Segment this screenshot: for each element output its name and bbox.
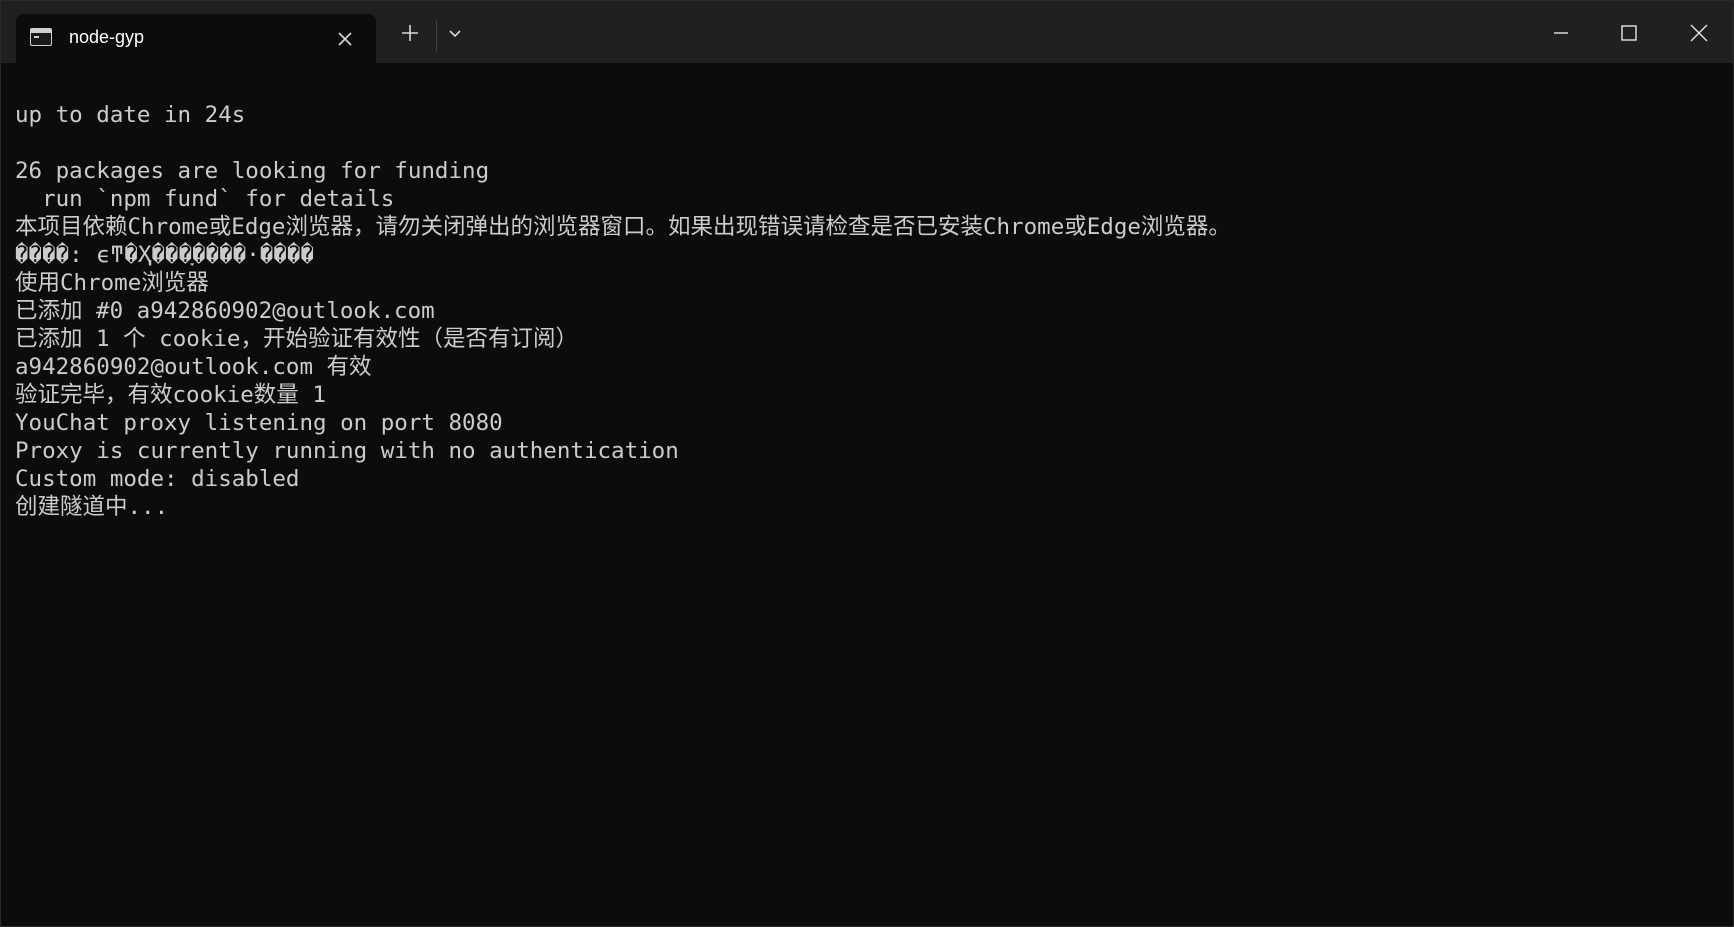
title-bar[interactable]: node-gyp xyxy=(1,1,1733,63)
output-line: up to date in 24s xyxy=(15,102,246,128)
maximize-icon[interactable] xyxy=(1609,13,1649,53)
output-line: Proxy is currently running with no authe… xyxy=(15,438,679,464)
output-line: run `npm fund` for details xyxy=(15,186,395,212)
output-line: 已添加 #0 a942860902@outlook.com xyxy=(15,298,435,324)
output-line: 验证完毕，有效cookie数量 1 xyxy=(15,382,326,408)
output-line: a942860902@outlook.com 有效 xyxy=(15,354,372,380)
output-line: Custom mode: disabled xyxy=(15,466,300,492)
new-tab-plus-icon[interactable] xyxy=(396,19,424,47)
terminal-icon xyxy=(30,28,52,46)
output-line: 已添加 1 个 cookie，开始验证有效性（是否有订阅） xyxy=(15,326,578,352)
output-line: 本项目依赖Chrome或Edge浏览器，请勿关闭弹出的浏览器窗口。如果出现错误请… xyxy=(15,214,1231,240)
output-line: 创建隧道中... xyxy=(15,494,169,520)
terminal-window: node-gyp up to date in 24s 26 packages a… xyxy=(0,0,1734,927)
tab-separator xyxy=(436,21,437,51)
minimize-icon[interactable] xyxy=(1541,13,1581,53)
output-line: 使用Chrome浏览器 xyxy=(15,270,209,296)
tab-node-gyp[interactable]: node-gyp xyxy=(16,14,376,63)
tab-title: node-gyp xyxy=(69,27,145,47)
output-line xyxy=(15,129,1231,157)
tab-close-icon[interactable] xyxy=(332,26,358,52)
output-line: ����: ϵͳ�Ҳ���ָ����·���� xyxy=(15,242,315,268)
output-line: YouChat proxy listening on port 8080 xyxy=(15,410,503,436)
chevron-down-icon[interactable] xyxy=(441,19,469,47)
terminal-output[interactable]: up to date in 24s 26 packages are lookin… xyxy=(1,63,1733,926)
output-lines: up to date in 24s 26 packages are lookin… xyxy=(15,101,1231,521)
close-icon[interactable] xyxy=(1679,13,1719,53)
output-line: 26 packages are looking for funding xyxy=(15,158,490,184)
